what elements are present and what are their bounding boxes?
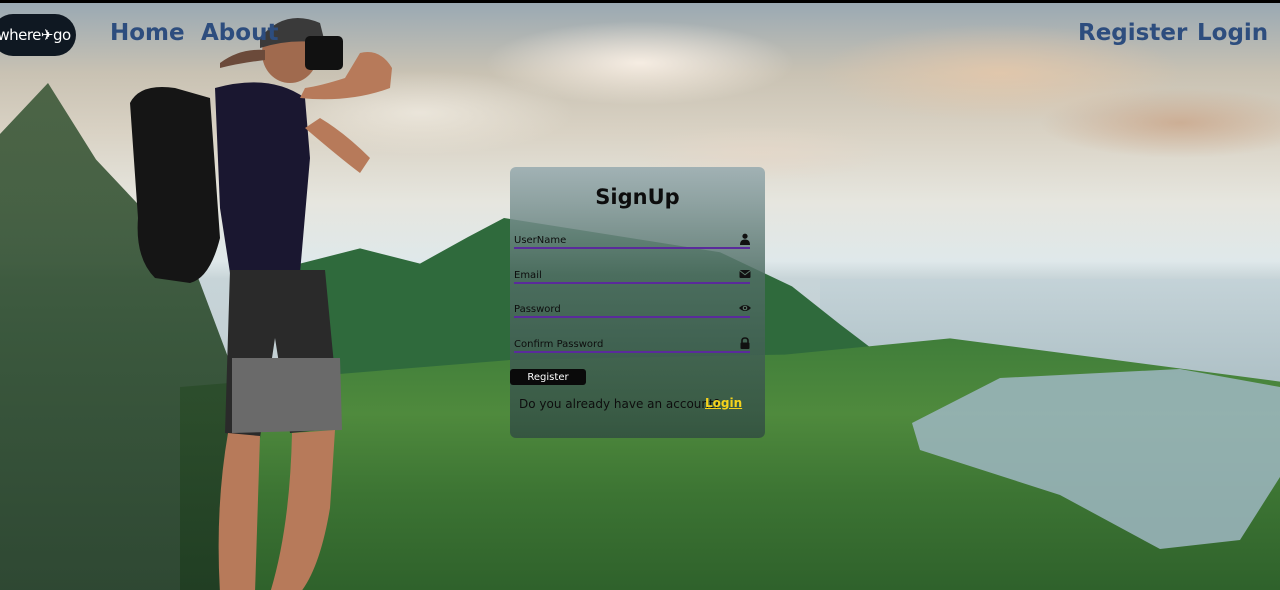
nav-login-link[interactable]: Login	[1197, 20, 1268, 46]
lock-icon	[740, 337, 750, 349]
eye-icon[interactable]	[739, 302, 751, 314]
confirm-password-input[interactable]	[514, 337, 724, 351]
envelope-icon	[739, 270, 751, 278]
password-input[interactable]	[514, 302, 724, 316]
nav-home-link[interactable]: Home	[110, 20, 185, 46]
user-icon	[740, 233, 750, 245]
signup-title: SignUp	[595, 185, 680, 209]
register-button[interactable]: Register	[510, 369, 586, 385]
have-account-text: Do you already have an account?	[519, 397, 721, 411]
brand-logo[interactable]: where✈go	[0, 14, 76, 56]
username-input[interactable]	[514, 233, 724, 247]
confirm-password-field[interactable]	[514, 337, 750, 353]
nav-register-link[interactable]: Register	[1078, 20, 1187, 46]
email-field[interactable]	[514, 268, 751, 284]
email-input[interactable]	[514, 268, 724, 282]
username-field[interactable]	[514, 233, 750, 249]
nav-about-link[interactable]: About	[201, 20, 278, 46]
login-link[interactable]: Login	[705, 396, 742, 410]
password-field[interactable]	[514, 302, 751, 318]
hiker-photographer-figure	[130, 18, 392, 590]
